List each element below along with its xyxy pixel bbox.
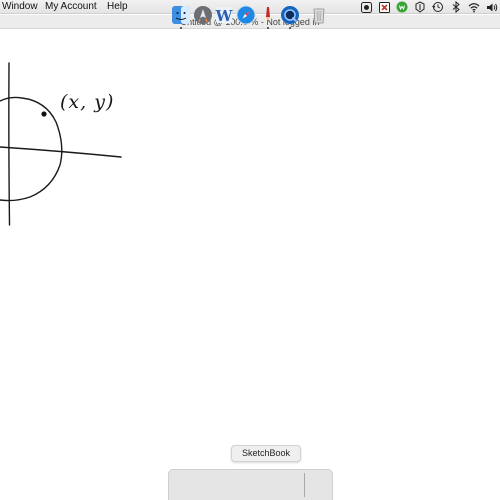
sketchbook-icon[interactable] <box>258 5 278 29</box>
menu-help[interactable]: Help <box>107 1 128 13</box>
status-tray <box>360 0 498 14</box>
drawing-canvas[interactable]: (x, y) <box>0 30 500 470</box>
dock-separator <box>304 473 305 497</box>
menu-window[interactable]: Window <box>2 1 38 13</box>
running-indicator <box>289 27 291 29</box>
finder-icon[interactable] <box>171 5 191 29</box>
running-indicator <box>180 27 182 29</box>
volume-icon[interactable] <box>486 1 498 13</box>
record-icon[interactable] <box>360 1 372 13</box>
point-marker <box>41 111 47 117</box>
svg-text:W: W <box>215 7 234 25</box>
launchpad-icon[interactable] <box>193 5 213 25</box>
time-machine-icon[interactable] <box>432 1 444 13</box>
quicktime-icon[interactable] <box>280 5 300 29</box>
evernote-icon[interactable] <box>396 1 408 13</box>
dock <box>168 469 333 500</box>
x-axis-stroke <box>0 146 122 158</box>
wunderlist-icon[interactable] <box>414 1 426 13</box>
safari-icon[interactable] <box>236 5 256 25</box>
wifi-icon[interactable] <box>468 1 480 13</box>
bluetooth-icon[interactable] <box>450 1 462 13</box>
sketch-drawing: (x, y) <box>0 62 122 226</box>
close-box-icon[interactable] <box>378 1 390 13</box>
trash-icon[interactable] <box>309 5 329 25</box>
point-label: (x, y) <box>60 91 114 113</box>
dock-tooltip: SketchBook <box>231 445 301 462</box>
word-icon[interactable]: W <box>214 5 234 25</box>
running-indicator <box>267 27 269 29</box>
menu-my-account[interactable]: My Account <box>45 1 97 13</box>
